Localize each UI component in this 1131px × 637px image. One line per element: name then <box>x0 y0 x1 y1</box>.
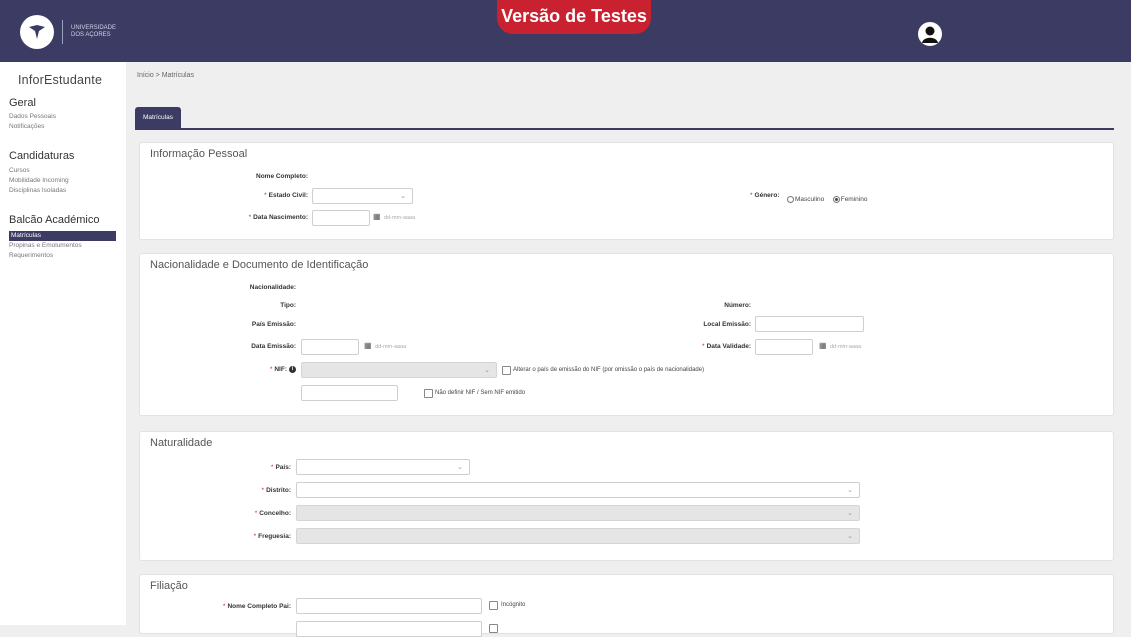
top-bar: Universidade dos Açores Versão de Testes <box>0 0 1131 62</box>
sidebar-section-geral: Geral <box>9 97 36 109</box>
nacionalidade-label: Nacionalidade: <box>249 284 296 291</box>
logo-divider <box>62 20 63 44</box>
nif-label: * NIF: i <box>270 366 296 373</box>
card-filiacao: Filiação * Nome Completo Pai: Incógnito <box>139 574 1114 637</box>
chevron-down-icon: ⌄ <box>847 487 853 494</box>
section-title-naturalidade: Naturalidade <box>150 437 213 449</box>
date-format-hint: dd-mm-aaaa <box>830 344 862 350</box>
logo-emblem-icon <box>20 15 54 49</box>
numero-label: Número: <box>724 302 751 309</box>
sidebar-item-notificacoes[interactable]: Notificações <box>9 122 116 132</box>
logo-text: Universidade dos Açores <box>71 25 116 39</box>
nao-definir-nif-label: Não definir NIF / Sem NIF emitido <box>435 390 526 396</box>
nome-pai-input[interactable] <box>296 598 482 614</box>
local-emissao-label: Local Emissão: <box>703 321 751 328</box>
pais-emissao-label: País Emissão: <box>251 321 296 328</box>
section-title-informacao-pessoal: Informação Pessoal <box>150 148 248 160</box>
chevron-down-icon: ⌄ <box>484 367 490 374</box>
calendar-icon[interactable]: ▦ <box>819 341 827 350</box>
date-format-hint: dd-mm-aaaa <box>384 215 416 221</box>
breadcrumb[interactable]: Início > Matrículas <box>137 72 194 79</box>
info-icon[interactable]: i <box>289 366 296 373</box>
calendar-icon[interactable]: ▦ <box>373 212 381 221</box>
section-title-filiacao: Filiação <box>150 580 188 592</box>
chevron-down-icon: ⌄ <box>847 510 853 517</box>
freguesia-label: * Freguesia: <box>253 533 291 540</box>
chevron-down-icon: ⌄ <box>847 533 853 540</box>
alterar-pais-nif-label: Alterar o país de emissão do NIF (por om… <box>513 367 705 373</box>
test-version-banner: Versão de Testes <box>497 0 651 34</box>
nome-pai-label: * Nome Completo Pai: <box>222 603 291 610</box>
sidebar-item-mobilidade-incoming[interactable]: Mobilidade Incoming <box>9 176 116 186</box>
nao-definir-nif-checkbox[interactable] <box>424 389 433 398</box>
sidebar-item-disciplinas-isoladas[interactable]: Disciplinas Isoladas <box>9 186 116 196</box>
distrito-label: * Distrito: <box>261 487 291 494</box>
sidebar: InforEstudante Geral Dados Pessoais Noti… <box>0 62 126 625</box>
alterar-pais-nif-checkbox[interactable] <box>502 366 511 375</box>
genero-feminino-label: Feminino <box>840 196 868 204</box>
tab-underline <box>135 128 1114 130</box>
sidebar-item-requerimentos[interactable]: Requerimentos <box>9 251 116 261</box>
concelho-label: * Concelho: <box>254 510 291 517</box>
estado-civil-select[interactable]: ⌄ <box>312 188 413 204</box>
data-emissao-label: Data Emissão: <box>251 343 296 350</box>
genero-masculino-label: Masculino <box>795 196 825 204</box>
sidebar-section-balcao-academico: Balcão Académico <box>9 214 100 226</box>
logo-text-line2: dos Açores <box>71 32 111 38</box>
data-validade-label: * Data Validade: <box>702 343 751 350</box>
genero-masculino-radio[interactable] <box>787 196 794 204</box>
tab-matriculas[interactable]: Matrículas <box>135 107 181 129</box>
user-avatar-icon[interactable] <box>918 22 942 46</box>
incognito-mae-checkbox[interactable] <box>489 624 498 633</box>
university-logo[interactable]: Universidade dos Açores <box>20 15 140 49</box>
genero-label: * Género: <box>750 192 780 199</box>
tipo-label: Tipo: <box>280 302 296 309</box>
nome-completo-label: Nome Completo: <box>256 173 308 180</box>
pais-label: * País: <box>270 464 291 471</box>
local-emissao-input[interactable] <box>755 316 864 332</box>
app-title: InforEstudante <box>18 73 103 87</box>
genero-feminino-radio[interactable] <box>832 196 840 204</box>
sidebar-item-cursos[interactable]: Cursos <box>9 166 116 176</box>
calendar-icon[interactable]: ▦ <box>364 341 372 350</box>
nif-number-input[interactable] <box>301 385 398 401</box>
estado-civil-label: * Estado Civil: <box>264 192 308 199</box>
pais-select[interactable]: ⌄ <box>296 459 470 475</box>
date-format-hint: dd-mm-aaaa <box>375 344 407 350</box>
card-nacionalidade: Nacionalidade e Documento de Identificaç… <box>139 253 1114 416</box>
chevron-down-icon: ⌄ <box>457 464 463 471</box>
data-emissao-input[interactable] <box>301 339 359 355</box>
card-naturalidade: Naturalidade * País: ⌄ * Distrito: ⌄ * Conc… <box>139 431 1114 561</box>
sidebar-section-candidaturas: Candidaturas <box>9 150 75 162</box>
nif-country-select[interactable]: ⌄ <box>301 362 497 378</box>
card-informacao-pessoal: Informação Pessoal Nome Completo: * Estad… <box>139 142 1114 240</box>
data-nascimento-label: * Data Nascimento: <box>248 214 308 221</box>
section-title-nacionalidade: Nacionalidade e Documento de Identificaç… <box>150 259 369 271</box>
sidebar-item-matriculas[interactable]: Matrículas <box>9 231 116 241</box>
sidebar-item-dados-pessoais[interactable]: Dados Pessoais <box>9 112 116 122</box>
nome-mae-input[interactable] <box>296 621 482 637</box>
incognito-checkbox[interactable] <box>489 601 498 610</box>
sidebar-item-propinas-emolumentos[interactable]: Propinas e Emolumentos <box>9 241 116 251</box>
incognito-label: Incógnito <box>501 602 526 608</box>
distrito-select[interactable]: ⌄ <box>296 482 860 498</box>
logo-text-line1: Universidade <box>71 25 117 31</box>
data-nascimento-input[interactable] <box>312 210 370 226</box>
chevron-down-icon: ⌄ <box>400 193 406 200</box>
genero-radio-group: Masculino Feminino <box>787 191 871 209</box>
concelho-select[interactable]: ⌄ <box>296 505 860 521</box>
freguesia-select[interactable]: ⌄ <box>296 528 860 544</box>
data-validade-input[interactable] <box>755 339 813 355</box>
